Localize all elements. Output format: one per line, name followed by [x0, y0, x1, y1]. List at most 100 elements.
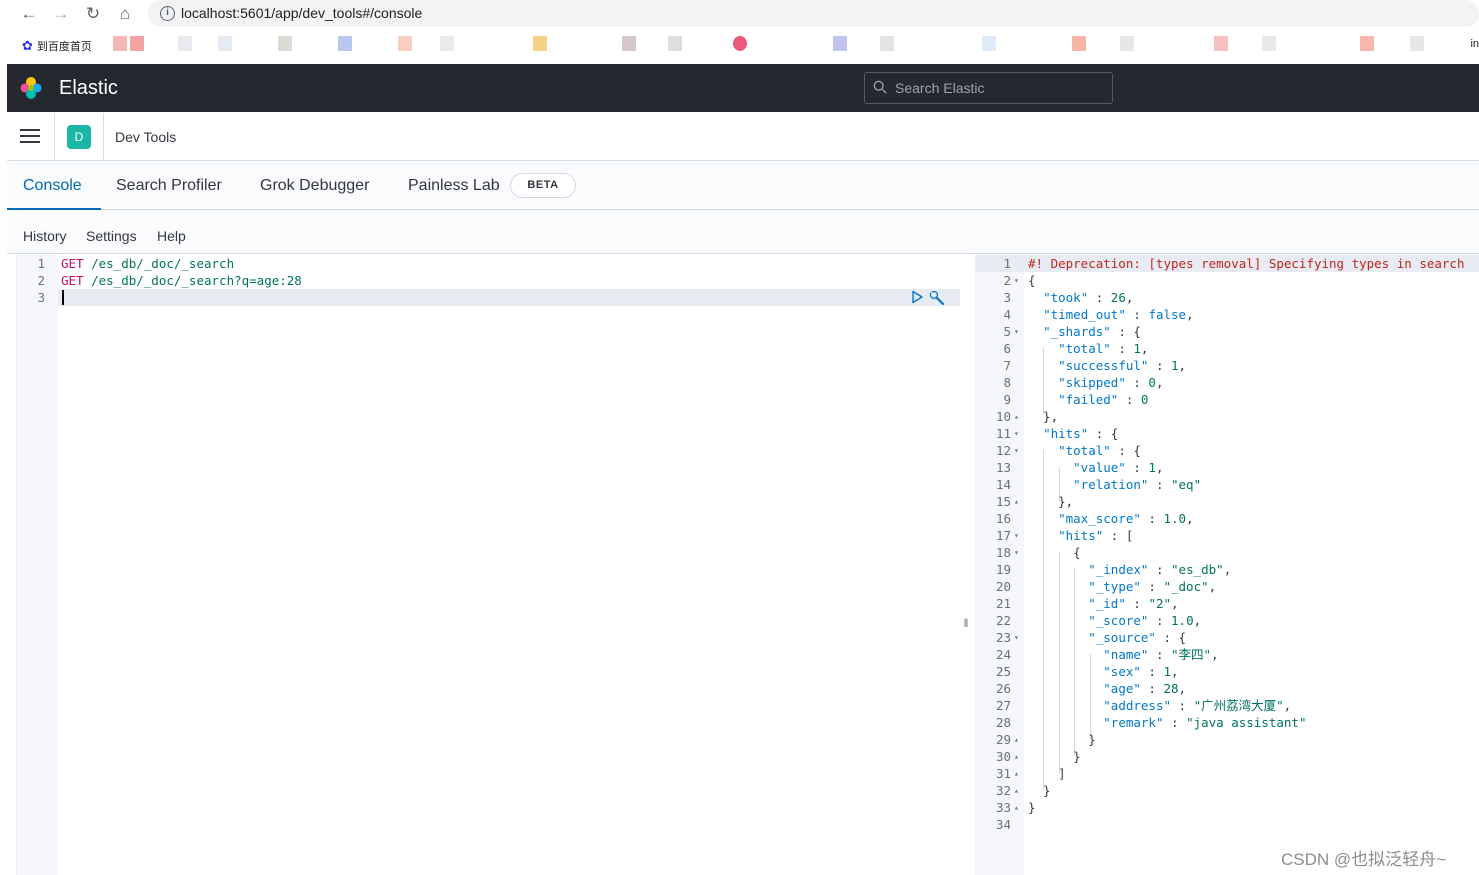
- json-line: }: [1028, 749, 1081, 764]
- line-number: 14: [995, 477, 1011, 492]
- bookmark-favicon[interactable]: [1120, 36, 1134, 51]
- line-number: 7: [1003, 358, 1011, 373]
- breadcrumb-dev-tools[interactable]: Dev Tools: [115, 129, 176, 145]
- line-number: 8: [1003, 375, 1011, 390]
- request-editor[interactable]: 1 2 3 GET /es_db/_doc/_search GET /es_db…: [16, 255, 960, 875]
- fold-close-icon[interactable]: ▴: [1014, 748, 1022, 765]
- json-line: "successful" : 1,: [1058, 358, 1187, 373]
- json-line: }: [1028, 732, 1096, 747]
- app-avatar[interactable]: D: [67, 125, 91, 149]
- bookmark-favicon[interactable]: [178, 36, 192, 51]
- pane-resize-handle[interactable]: ‖: [962, 615, 970, 631]
- fold-open-icon[interactable]: ▾: [1014, 442, 1022, 459]
- wrench-icon[interactable]: [928, 289, 945, 306]
- forward-arrow-icon[interactable]: →: [50, 3, 72, 25]
- json-line: "timed_out" : false,: [1043, 307, 1194, 322]
- elastic-logo-icon[interactable]: [19, 76, 43, 100]
- line-number: 1: [37, 256, 45, 271]
- line-number: 27: [995, 698, 1011, 713]
- fold-open-icon[interactable]: ▾: [1014, 544, 1022, 561]
- bookmark-favicon[interactable]: [338, 36, 352, 51]
- json-line: "skipped" : 0,: [1058, 375, 1164, 390]
- request-line[interactable]: GET /es_db/_doc/_search: [61, 255, 234, 272]
- fold-open-icon[interactable]: ▾: [1014, 425, 1022, 442]
- divider: [54, 113, 55, 161]
- bookmark-favicon[interactable]: [533, 36, 547, 51]
- bookmark-favicon[interactable]: [113, 36, 127, 51]
- tab-grok-debugger[interactable]: Grok Debugger: [260, 162, 369, 210]
- json-line: "remark" : "java assistant": [1103, 715, 1307, 730]
- search-input[interactable]: [895, 78, 1105, 98]
- json-line: ]: [1028, 766, 1066, 781]
- line-number: 2: [37, 273, 45, 288]
- request-gutter: 1 2 3: [17, 255, 58, 875]
- fold-close-icon[interactable]: ▴: [1014, 765, 1022, 782]
- bookmark-favicon[interactable]: [668, 36, 682, 51]
- fold-open-icon[interactable]: ▾: [1014, 527, 1022, 544]
- bookmark-favicon[interactable]: [1214, 36, 1228, 51]
- bookmark-favicon[interactable]: [1072, 36, 1086, 51]
- line-number: 12: [995, 443, 1011, 458]
- tab-search-profiler[interactable]: Search Profiler: [116, 162, 222, 210]
- fold-close-icon[interactable]: ▴: [1014, 782, 1022, 799]
- console-toolbar: History Settings Help: [7, 210, 1479, 254]
- home-icon[interactable]: ⌂: [114, 3, 136, 25]
- kibana-header: Elastic: [7, 64, 1479, 112]
- json-line: }: [1028, 783, 1051, 798]
- bookmark-favicon[interactable]: [833, 36, 847, 51]
- json-line: "sex" : 1,: [1103, 664, 1179, 679]
- bookmark-baidu[interactable]: ✿ 到百度首页: [22, 38, 92, 54]
- json-line: "_shards" : {: [1043, 324, 1141, 339]
- line-number: 10: [995, 409, 1011, 424]
- line-number: 32: [995, 783, 1011, 798]
- json-line: {: [1028, 545, 1081, 560]
- bookmark-favicon[interactable]: [1262, 36, 1276, 51]
- app-title[interactable]: Elastic: [59, 77, 118, 100]
- tab-console[interactable]: Console: [7, 162, 101, 210]
- fold-open-icon[interactable]: ▾: [1014, 629, 1022, 646]
- back-arrow-icon[interactable]: ←: [18, 3, 40, 25]
- json-line: "_score" : 1.0,: [1088, 613, 1202, 628]
- bookmarks-bar: ✿ 到百度首页 in: [0, 33, 1479, 59]
- bookmark-favicon[interactable]: [278, 36, 292, 51]
- address-bar[interactable]: i localhost:5601/app/dev_tools#/console: [148, 0, 1479, 27]
- bookmark-favicon[interactable]: [398, 36, 412, 51]
- fold-close-icon[interactable]: ▴: [1014, 799, 1022, 816]
- fold-open-icon[interactable]: ▾: [1014, 323, 1022, 340]
- fold-open-icon[interactable]: ▾: [1014, 272, 1022, 289]
- bookmark-favicon[interactable]: [733, 36, 747, 51]
- fold-close-icon[interactable]: ▴: [1014, 408, 1022, 425]
- bookmark-overflow[interactable]: in: [1470, 38, 1479, 50]
- site-info-icon[interactable]: i: [160, 6, 175, 21]
- bookmark-favicon[interactable]: [982, 36, 996, 51]
- history-link[interactable]: History: [23, 228, 67, 244]
- global-search[interactable]: [864, 72, 1113, 104]
- deprecation-warning: #! Deprecation: [types removal] Specifyi…: [1028, 256, 1465, 271]
- line-number: 34: [995, 817, 1011, 832]
- response-viewer[interactable]: 1 2 ▾ 3 4 5 ▾ 6 7 8 9 10 ▴ 11 ▾ 12 ▾ 13 14 15 ▴ 16 17 ▾ 18 ▾ 19 20 2…: [975, 255, 1479, 875]
- help-link[interactable]: Help: [157, 228, 186, 244]
- hamburger-menu-icon[interactable]: [20, 129, 40, 145]
- bookmark-favicon[interactable]: [1410, 36, 1424, 51]
- line-number: 20: [995, 579, 1011, 594]
- line-number: 3: [1003, 290, 1011, 305]
- tab-painless-lab[interactable]: Painless Lab: [408, 162, 500, 210]
- request-line[interactable]: GET /es_db/_doc/_search?q=age:28: [61, 272, 302, 289]
- fold-close-icon[interactable]: ▴: [1014, 493, 1022, 510]
- url-text: localhost:5601/app/dev_tools#/console: [181, 5, 423, 21]
- line-number: 11: [995, 426, 1011, 441]
- line-number: 31: [995, 766, 1011, 781]
- bookmark-favicon[interactable]: [440, 36, 454, 51]
- json-line: "value" : 1,: [1073, 460, 1164, 475]
- settings-link[interactable]: Settings: [86, 228, 137, 244]
- reload-icon[interactable]: ↻: [82, 3, 104, 25]
- bookmark-favicon[interactable]: [1360, 36, 1374, 51]
- bookmark-favicon[interactable]: [880, 36, 894, 51]
- browser-toolbar: ← → ↻ ⌂ i localhost:5601/app/dev_tools#/…: [0, 0, 1479, 28]
- play-icon[interactable]: [910, 290, 924, 304]
- bookmark-favicon[interactable]: [622, 36, 636, 51]
- json-line: "_type" : "_doc",: [1088, 579, 1217, 594]
- fold-close-icon[interactable]: ▴: [1014, 731, 1022, 748]
- bookmark-favicon[interactable]: [130, 36, 144, 51]
- bookmark-favicon[interactable]: [218, 36, 232, 51]
